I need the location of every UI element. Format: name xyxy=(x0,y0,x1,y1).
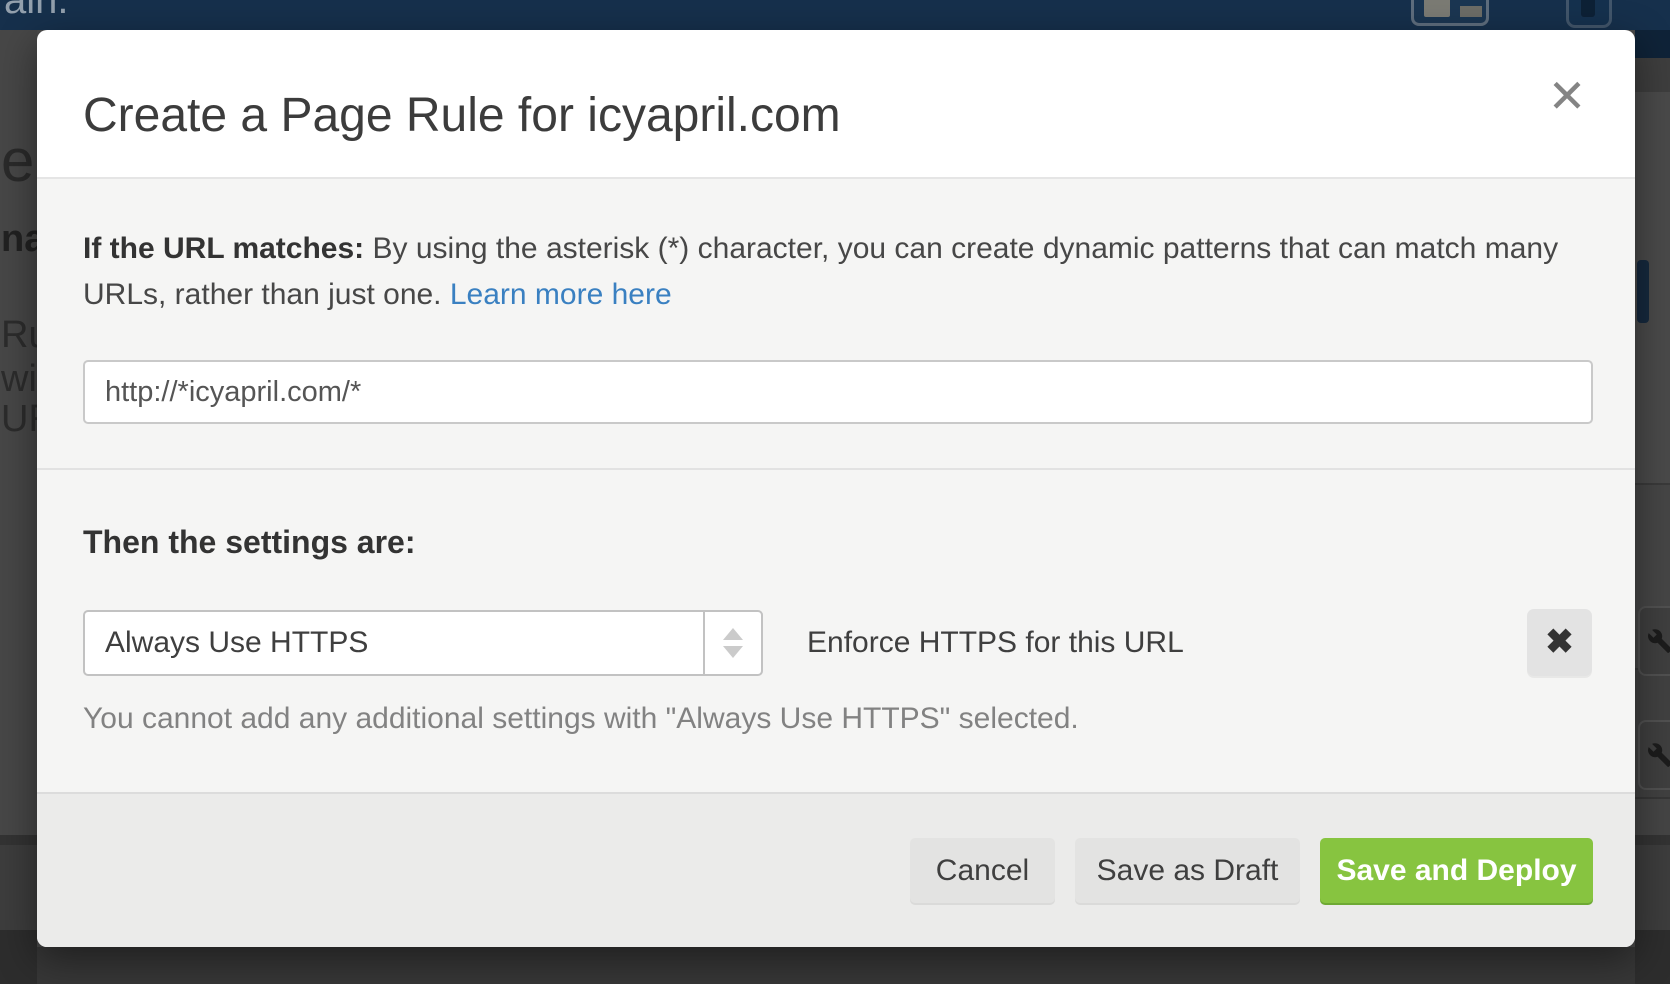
close-icon[interactable]: ✕ xyxy=(1542,71,1592,121)
edit-rule-button-fragment xyxy=(1638,720,1670,790)
chevron-down-icon xyxy=(723,646,743,658)
modal-title: Create a Page Rule for icyapril.com xyxy=(83,88,841,143)
section-divider xyxy=(37,468,1635,470)
backdrop-row xyxy=(0,845,37,930)
header-partial-icon xyxy=(1566,0,1612,28)
screen: ain. e nav Ru will UR xyxy=(0,0,1670,984)
backdrop-bottom-strip xyxy=(37,947,1635,984)
url-match-label: If the URL matches: xyxy=(83,232,364,265)
learn-more-link[interactable]: Learn more here xyxy=(450,278,672,311)
backdrop-divider xyxy=(1635,835,1670,845)
layout-columns-icon xyxy=(1411,0,1489,26)
layout-columns-icon-block xyxy=(1424,0,1450,17)
backdrop-row xyxy=(1635,930,1670,984)
setting-description: Enforce HTTPS for this URL xyxy=(807,610,1184,676)
header-partial-icon-inner xyxy=(1581,0,1595,17)
url-match-description: If the URL matches: By using the asteris… xyxy=(83,226,1573,318)
backdrop-header-edge xyxy=(1635,30,1670,58)
cancel-button[interactable]: Cancel xyxy=(910,838,1055,903)
chevron-up-icon xyxy=(723,628,743,640)
wrench-icon xyxy=(1647,742,1670,768)
create-page-rule-modal: Create a Page Rule for icyapril.com ✕ If… xyxy=(37,30,1635,947)
modal-footer: Cancel Save as Draft Save and Deploy xyxy=(37,792,1635,947)
backdrop-row xyxy=(1635,845,1670,930)
backdrop-text-fragment: e xyxy=(1,126,34,195)
select-spinner[interactable] xyxy=(703,612,761,674)
edit-rule-button-fragment xyxy=(1638,606,1670,676)
settings-heading: Then the settings are: xyxy=(83,524,416,561)
backdrop-divider xyxy=(0,835,37,845)
backdrop-text-fragment: will xyxy=(1,358,37,401)
page-header-bar: ain. xyxy=(0,0,1670,30)
backdrop-text-fragment: Ru xyxy=(1,314,37,357)
wrench-icon xyxy=(1647,628,1670,654)
setting-select-value: Always Use HTTPS xyxy=(85,612,703,674)
setting-select[interactable]: Always Use HTTPS xyxy=(83,610,763,676)
backdrop-row xyxy=(1635,799,1670,835)
remove-setting-button[interactable]: ✖ xyxy=(1527,609,1592,676)
setting-note: You cannot add any additional settings w… xyxy=(83,702,1079,736)
backdrop-right-strip xyxy=(1635,30,1670,984)
backdrop-row xyxy=(0,930,37,984)
save-and-deploy-button[interactable]: Save and Deploy xyxy=(1320,838,1593,903)
backdrop-row xyxy=(1635,58,1670,92)
url-pattern-input[interactable] xyxy=(83,360,1593,424)
backdrop-blue-button-fragment xyxy=(1637,260,1649,323)
save-as-draft-button[interactable]: Save as Draft xyxy=(1075,838,1300,903)
backdrop-text-fragment: UR xyxy=(1,398,37,441)
backdrop-left-strip: e nav Ru will UR xyxy=(0,30,37,984)
header-partial-text: ain. xyxy=(4,0,69,23)
layout-columns-icon-bar xyxy=(1460,6,1482,17)
backdrop-text-fragment: nav xyxy=(1,218,37,261)
